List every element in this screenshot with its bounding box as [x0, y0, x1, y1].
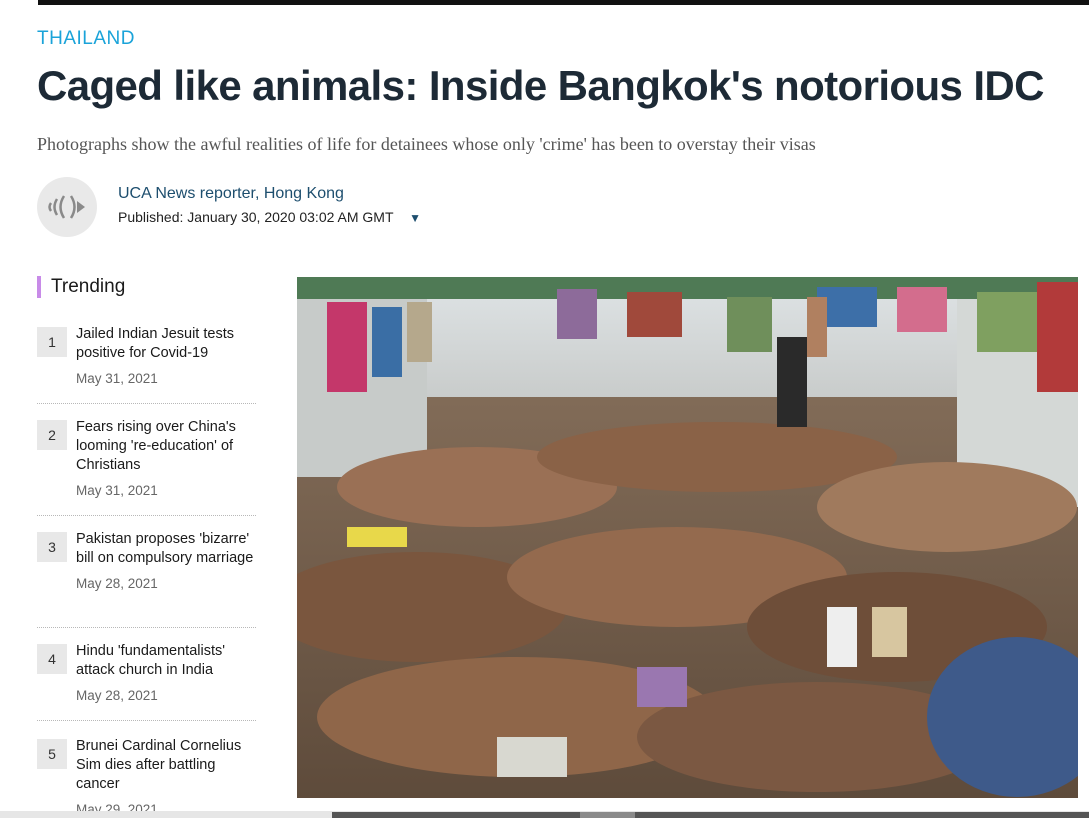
- author-link[interactable]: UCA News reporter, Hong Kong: [118, 185, 344, 203]
- trending-item[interactable]: 1 Jailed Indian Jesuit tests positive fo…: [37, 325, 256, 404]
- published-label: Published:: [118, 209, 184, 225]
- category-link[interactable]: THAILAND: [37, 28, 135, 50]
- published-line: Published: January 30, 2020 03:02 AM GMT…: [118, 209, 421, 225]
- trending-title[interactable]: Pakistan proposes 'bizarre' bill on comp…: [76, 530, 256, 568]
- trending-item[interactable]: 5 Brunei Cardinal Cornelius Sim dies aft…: [37, 737, 256, 818]
- top-bar: [38, 0, 1089, 5]
- published-date: January 30, 2020 03:02 AM GMT: [187, 209, 394, 225]
- trending-date: May 31, 2021: [76, 483, 158, 498]
- caret-down-icon[interactable]: ▼: [409, 211, 421, 225]
- trending-number: 1: [37, 327, 67, 357]
- trending-item[interactable]: 4 Hindu 'fundamentalists' attack church …: [37, 642, 256, 721]
- article-photo: [297, 277, 1078, 798]
- trending-date: May 28, 2021: [76, 688, 158, 703]
- broadcast-waves-icon: [48, 195, 85, 219]
- article-subtitle: Photographs show the awful realities of …: [37, 134, 816, 154]
- detention-room-photo: [297, 277, 1078, 798]
- scrollbar-track-dark[interactable]: [332, 812, 1089, 818]
- trending-title[interactable]: Jailed Indian Jesuit tests positive for …: [76, 325, 256, 363]
- trending-number: 5: [37, 739, 67, 769]
- article-headline: Caged like animals: Inside Bangkok's not…: [37, 62, 1044, 109]
- scrollbar-thumb[interactable]: [580, 812, 635, 818]
- trending-item[interactable]: 2 Fears rising over China's looming 're-…: [37, 418, 256, 516]
- trending-heading: Trending: [37, 276, 125, 298]
- horizontal-scrollbar[interactable]: [0, 811, 1089, 818]
- article-page: THAILAND Caged like animals: Inside Bang…: [0, 0, 1089, 818]
- trending-title[interactable]: Fears rising over China's looming 're-ed…: [76, 418, 256, 475]
- author-avatar[interactable]: [37, 177, 97, 237]
- trending-number: 4: [37, 644, 67, 674]
- trending-number: 3: [37, 532, 67, 562]
- trending-title[interactable]: Brunei Cardinal Cornelius Sim dies after…: [76, 737, 256, 794]
- trending-number: 2: [37, 420, 67, 450]
- trending-date: May 28, 2021: [76, 576, 158, 591]
- trending-title[interactable]: Hindu 'fundamentalists' attack church in…: [76, 642, 256, 680]
- trending-item[interactable]: 3 Pakistan proposes 'bizarre' bill on co…: [37, 530, 256, 628]
- trending-date: May 31, 2021: [76, 371, 158, 386]
- trending-list: 1 Jailed Indian Jesuit tests positive fo…: [37, 325, 256, 818]
